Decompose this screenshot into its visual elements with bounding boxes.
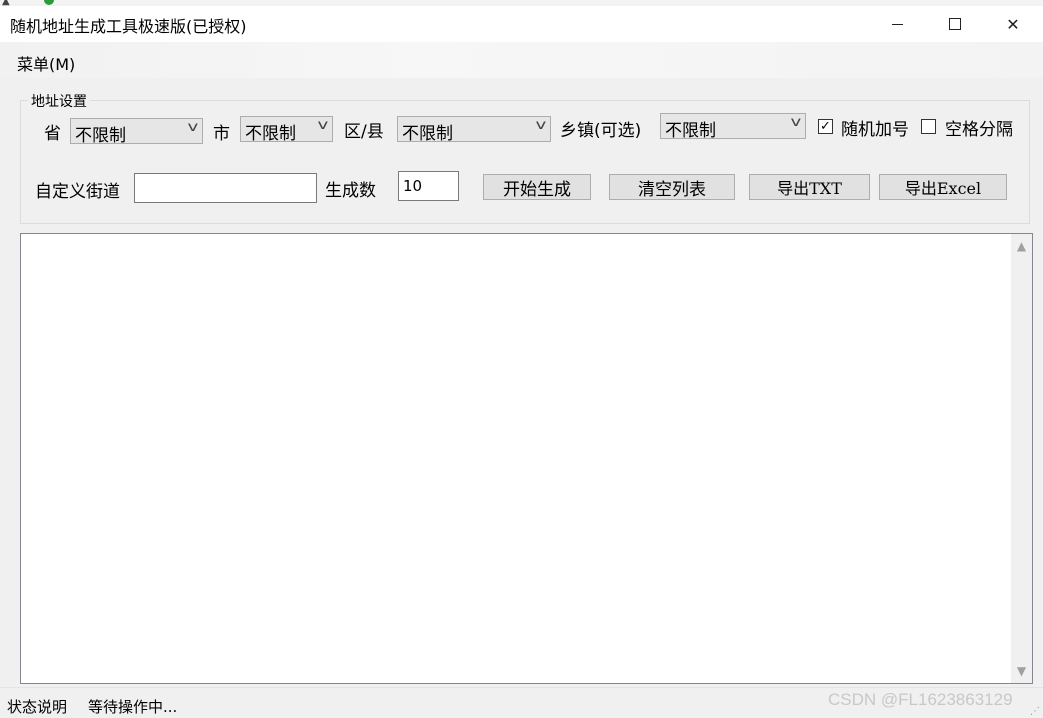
- minimize-button[interactable]: [868, 6, 926, 42]
- watermark: CSDN @FL1623863129: [828, 690, 1013, 709]
- space-separator-checkbox[interactable]: [921, 119, 936, 134]
- scroll-up-icon[interactable]: ▲: [1011, 239, 1032, 253]
- menu-item-main[interactable]: 菜单(M): [17, 51, 75, 75]
- district-value: 不限制: [402, 124, 453, 144]
- space-separator-label: 空格分隔: [945, 120, 1013, 140]
- export-txt-button[interactable]: 导出TXT: [749, 174, 870, 200]
- title-bar[interactable]: 随机地址生成工具极速版(已授权) ✕: [0, 6, 1043, 42]
- city-label: 市: [213, 124, 230, 144]
- count-input[interactable]: [398, 171, 459, 201]
- random-number-label: 随机加号: [841, 120, 909, 140]
- street-field[interactable]: [135, 174, 316, 202]
- count-label: 生成数: [325, 181, 376, 201]
- menu-bar: 菜单(M): [0, 42, 1043, 78]
- town-value: 不限制: [665, 121, 716, 141]
- result-list[interactable]: ▲ ▼: [20, 233, 1033, 684]
- province-label: 省: [44, 124, 61, 144]
- close-icon: ✕: [1006, 14, 1020, 34]
- city-select[interactable]: 不限制 v: [240, 116, 333, 144]
- export-excel-button[interactable]: 导出Excel: [879, 174, 1007, 200]
- resize-grip-icon[interactable]: ⋰: [1030, 707, 1040, 717]
- status-bar: 状态说明 等待操作中... CSDN @FL1623863129 ⋰: [0, 687, 1043, 718]
- vertical-scrollbar[interactable]: ▲ ▼: [1011, 234, 1032, 683]
- town-label: 乡镇(可选): [560, 121, 642, 141]
- start-generate-button[interactable]: 开始生成: [483, 174, 591, 200]
- province-select[interactable]: 不限制 v: [70, 118, 203, 146]
- chevron-down-icon: v: [187, 120, 199, 135]
- status-label: 状态说明: [7, 698, 68, 716]
- city-value: 不限制: [245, 124, 296, 144]
- maximize-button[interactable]: [926, 6, 984, 42]
- street-input[interactable]: [134, 173, 317, 203]
- window-title: 随机地址生成工具极速版(已授权): [10, 17, 247, 36]
- group-legend: 地址设置: [28, 91, 90, 111]
- minimize-icon: [891, 23, 903, 25]
- chevron-down-icon: v: [317, 118, 329, 133]
- random-number-checkbox[interactable]: ✓: [818, 119, 833, 134]
- status-text: 等待操作中...: [88, 698, 178, 716]
- client-area: 地址设置 省 不限制 v 市 不限制 v 区/县 不限制 v 乡镇(可选) 不限…: [0, 78, 1043, 687]
- town-select[interactable]: 不限制 v: [660, 113, 806, 141]
- chevron-down-icon: v: [535, 118, 547, 133]
- address-settings-group: 地址设置 省 不限制 v 市 不限制 v 区/县 不限制 v 乡镇(可选) 不限…: [20, 91, 1030, 224]
- district-select[interactable]: 不限制 v: [397, 116, 551, 144]
- maximize-icon: [949, 18, 961, 30]
- count-field[interactable]: [399, 172, 458, 200]
- scroll-down-icon[interactable]: ▼: [1011, 664, 1032, 678]
- chevron-down-icon: v: [790, 115, 802, 130]
- clear-list-button[interactable]: 清空列表: [609, 174, 735, 200]
- district-label: 区/县: [344, 122, 384, 142]
- close-button[interactable]: ✕: [984, 6, 1042, 42]
- app-icon: [44, 0, 54, 5]
- street-label: 自定义街道: [35, 182, 120, 202]
- province-value: 不限制: [75, 126, 126, 146]
